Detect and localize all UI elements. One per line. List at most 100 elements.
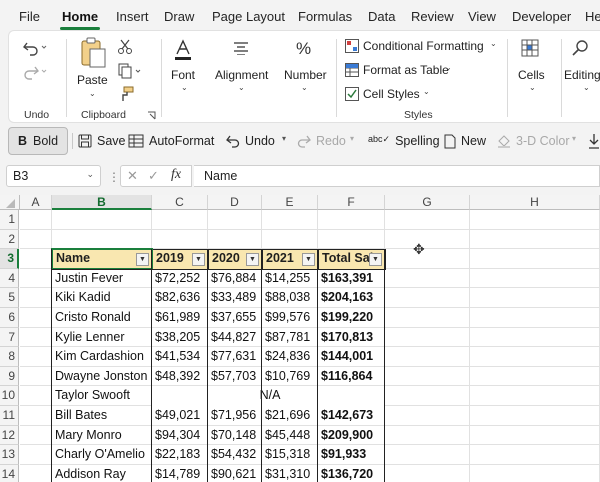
sales-cell[interactable]: $21,696: [262, 406, 318, 426]
table-header-cell[interactable]: 2021 ▼: [262, 249, 319, 270]
sales-cell[interactable]: $76,884: [208, 269, 262, 289]
row-header-12[interactable]: 12: [0, 425, 19, 446]
cell-styles-label[interactable]: Cell Styles: [363, 87, 420, 101]
tab-data[interactable]: Data: [368, 9, 395, 24]
total-cell[interactable]: $116,864: [318, 367, 385, 387]
undo-dropdown-icon[interactable]: ▾: [282, 134, 286, 143]
row-header-6[interactable]: 6: [0, 308, 19, 328]
cut-icon[interactable]: [117, 39, 133, 55]
editing-label[interactable]: Editing: [564, 68, 600, 82]
name-cell[interactable]: Cristo Ronald: [52, 308, 152, 328]
filter-dropdown-icon[interactable]: ▼: [246, 253, 259, 267]
font-chevron-icon[interactable]: ⌄: [181, 83, 188, 92]
cf-chevron-icon[interactable]: ⌄: [490, 39, 497, 48]
name-cell[interactable]: Kim Cardashion: [52, 347, 152, 367]
column-header-b[interactable]: B: [52, 195, 152, 210]
column-header-c[interactable]: C: [152, 195, 208, 210]
alignment-label[interactable]: Alignment: [215, 68, 268, 82]
sales-cell[interactable]: $72,252: [152, 269, 208, 289]
column-header-e[interactable]: E: [262, 195, 318, 210]
row-header-1[interactable]: 1: [0, 210, 19, 230]
copy-icon[interactable]: [117, 63, 143, 79]
redo-dropdown-icon[interactable]: ▾: [350, 134, 354, 143]
cell-styles-icon[interactable]: [345, 87, 359, 101]
paste-label[interactable]: Paste: [77, 73, 108, 87]
cs-chevron-icon[interactable]: ⌄: [423, 87, 430, 96]
column-header-h[interactable]: H: [470, 195, 600, 210]
sales-cell[interactable]: $71,956: [208, 406, 262, 426]
tab-home[interactable]: Home: [62, 9, 98, 24]
total-cell[interactable]: $209,900: [318, 426, 385, 446]
paste-icon[interactable]: [79, 37, 107, 69]
sales-cell[interactable]: $99,576: [262, 308, 318, 328]
undo-icon[interactable]: [22, 39, 48, 57]
sales-cell[interactable]: $48,392: [152, 367, 208, 387]
sales-cell[interactable]: $54,432: [208, 445, 262, 465]
sales-cell[interactable]: $37,655: [208, 308, 262, 328]
row-header-11[interactable]: 11: [0, 406, 19, 426]
total-cell[interactable]: $142,673: [318, 406, 385, 426]
enter-icon[interactable]: ✓: [148, 168, 159, 184]
filter-dropdown-icon[interactable]: ▼: [369, 253, 382, 267]
conditional-formatting-icon[interactable]: [345, 39, 359, 53]
row-header-5[interactable]: 5: [0, 288, 19, 308]
sales-cell[interactable]: $22,183: [152, 445, 208, 465]
tab-review[interactable]: Review: [411, 9, 454, 24]
format-as-table-icon[interactable]: [345, 63, 359, 77]
alignment-icon[interactable]: [233, 41, 249, 55]
total-cell[interactable]: $144,001: [318, 347, 385, 367]
autoformat-button[interactable]: AutoFormat: [128, 129, 214, 153]
tab-file[interactable]: File: [19, 9, 40, 24]
font-icon[interactable]: [173, 39, 193, 61]
name-cell[interactable]: Dwayne Jonston: [52, 367, 152, 387]
sales-cell[interactable]: $14,789: [152, 465, 208, 482]
row-header-7[interactable]: 7: [0, 327, 19, 348]
select-all-corner[interactable]: [0, 195, 20, 210]
sales-cell[interactable]: $41,534: [152, 347, 208, 367]
name-cell[interactable]: Addison Ray: [52, 465, 152, 482]
sales-cell[interactable]: $44,827: [208, 328, 262, 348]
download-icon[interactable]: [588, 133, 600, 149]
search-icon[interactable]: [571, 39, 589, 57]
name-cell[interactable]: Justin Fever: [52, 269, 152, 289]
tab-page-layout[interactable]: Page Layout: [212, 9, 285, 24]
cells-chevron-icon[interactable]: ⌄: [529, 83, 536, 92]
alignment-chevron-icon[interactable]: ⌄: [238, 83, 245, 92]
total-cell[interactable]: $91,933: [318, 445, 385, 465]
column-header-f[interactable]: F: [318, 195, 385, 210]
name-box-dropdown-icon[interactable]: ⌄: [86, 169, 94, 180]
bold-button[interactable]: B Bold: [8, 127, 68, 155]
table-header-cell[interactable]: 2019 ▼: [152, 249, 209, 270]
redo-button[interactable]: Redo: [297, 129, 346, 153]
formula-input[interactable]: Name: [194, 165, 600, 187]
tab-draw[interactable]: Draw: [164, 9, 194, 24]
column-header-g[interactable]: G: [385, 195, 470, 210]
sales-cell[interactable]: $33,489: [208, 288, 262, 308]
cells-icon[interactable]: [521, 39, 539, 57]
column-header-a[interactable]: A: [20, 195, 52, 210]
sales-cell[interactable]: $10,769: [262, 367, 318, 387]
row-header-3[interactable]: 3: [0, 249, 19, 269]
fat-chevron-icon[interactable]: ⌄: [445, 63, 452, 72]
tab-help[interactable]: He: [585, 9, 600, 24]
filter-dropdown-icon[interactable]: ▼: [302, 253, 315, 267]
total-cell[interactable]: $199,220: [318, 308, 385, 328]
filter-dropdown-icon[interactable]: ▼: [192, 253, 205, 267]
font-label[interactable]: Font: [171, 68, 195, 82]
sales-cell[interactable]: $14,255: [262, 269, 318, 289]
total-cell[interactable]: $163,391: [318, 269, 385, 289]
sales-cell[interactable]: $94,304: [152, 426, 208, 446]
name-box[interactable]: B3 ⌄: [6, 165, 101, 187]
tab-insert[interactable]: Insert: [116, 9, 149, 24]
format-as-table-label[interactable]: Format as Table: [363, 63, 449, 77]
save-button[interactable]: Save: [78, 129, 126, 153]
tab-developer[interactable]: Developer: [512, 9, 571, 24]
sales-cell[interactable]: $88,038: [262, 288, 318, 308]
sales-cell[interactable]: $24,836: [262, 347, 318, 367]
filter-dropdown-icon[interactable]: ▼: [136, 253, 149, 267]
name-cell[interactable]: Charly O'Amelio: [52, 445, 152, 465]
sales-cell[interactable]: $57,703: [208, 367, 262, 387]
editing-chevron-icon[interactable]: ⌄: [583, 83, 590, 92]
name-cell[interactable]: Kylie Lenner: [52, 328, 152, 348]
table-header-cell[interactable]: Name ▼: [52, 249, 153, 270]
